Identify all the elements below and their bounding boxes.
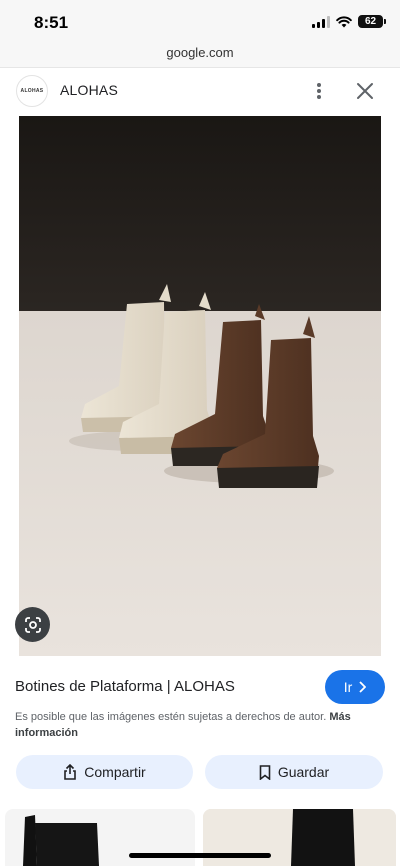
share-button-label: Compartir: [84, 764, 146, 780]
copyright-text: Es posible que las imágenes estén sujeta…: [15, 711, 327, 723]
product-title[interactable]: Botines de Plataforma | ALOHAS: [15, 678, 235, 695]
save-button-label: Guardar: [277, 764, 330, 780]
copyright-notice: Es posible que las imágenes estén sujeta…: [15, 709, 375, 741]
signal-icon: [312, 15, 330, 28]
product-image[interactable]: [19, 116, 381, 656]
share-button[interactable]: Compartir: [16, 755, 193, 789]
battery-level: 62: [364, 16, 377, 27]
url-bar[interactable]: google.com: [0, 44, 400, 68]
site-header: ALOHAS ALOHAS: [0, 68, 400, 114]
home-indicator[interactable]: [129, 853, 271, 858]
go-button[interactable]: Ir: [325, 670, 385, 704]
go-button-label: Ir: [343, 679, 353, 695]
chevron-right-icon: [359, 681, 367, 693]
more-vert-icon[interactable]: [309, 80, 329, 102]
image-info-panel: Botines de Plataforma | ALOHAS Ir Es pos…: [0, 658, 400, 866]
battery-icon: 62: [358, 15, 386, 28]
wifi-icon: [336, 15, 352, 27]
boots-photo: [19, 116, 381, 656]
close-icon[interactable]: [354, 80, 376, 102]
google-lens-icon[interactable]: [15, 607, 50, 642]
share-icon: [64, 764, 77, 780]
status-bar: 8:51 62: [0, 0, 400, 44]
status-icons: 62: [312, 15, 386, 28]
status-time: 8:51: [34, 13, 69, 32]
save-button[interactable]: Guardar: [205, 755, 383, 789]
site-name[interactable]: ALOHAS: [60, 82, 118, 98]
site-logo[interactable]: ALOHAS: [16, 75, 48, 107]
url-domain: google.com: [166, 45, 234, 60]
image-viewer: [0, 114, 400, 658]
site-logo-text: ALOHAS: [20, 88, 44, 94]
bookmark-icon: [259, 764, 271, 780]
